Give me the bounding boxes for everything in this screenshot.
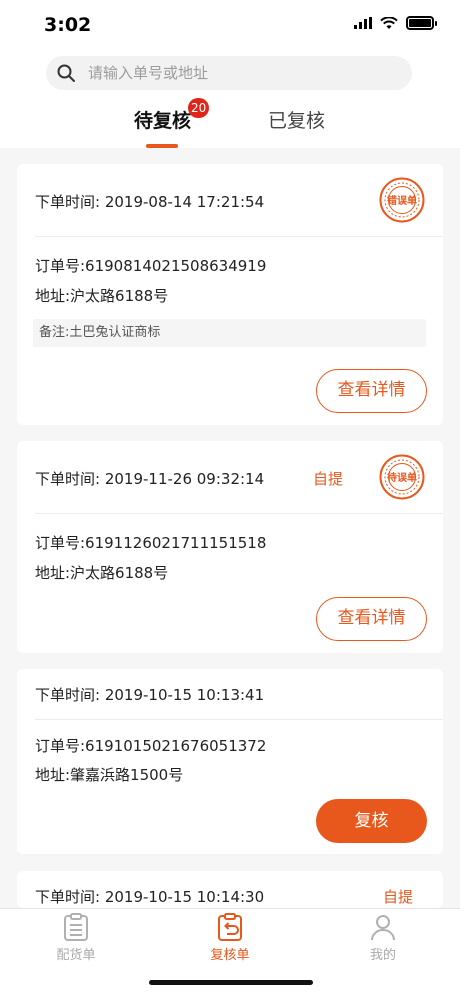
tabbar-label: 配货单 [56, 948, 96, 963]
user-icon [371, 915, 395, 941]
status-time: 3:02 [44, 14, 92, 36]
tab-reviewed[interactable]: 已复核 [268, 106, 325, 133]
search-input[interactable] [88, 64, 388, 82]
tab-mine[interactable]: 我的 [343, 913, 423, 963]
review-button[interactable]: 复核 [316, 799, 427, 843]
order-card: 下单时间: 2019-10-15 10:13:41 订单号:6191015021… [17, 669, 443, 854]
home-indicator [149, 980, 313, 985]
tab-bar: 待复核 20 已复核 [0, 98, 460, 148]
tabbar-label: 我的 [369, 948, 396, 963]
order-address: 地址:沪太路6188号 [35, 287, 169, 305]
status-bar: 3:02 [0, 0, 460, 50]
order-card: 下单时间: 2019-11-26 09:32:14 自提 待误单 订单号:619… [17, 441, 443, 653]
card-divider [35, 513, 443, 514]
tab-review-list[interactable]: 复核单 [190, 913, 270, 963]
stamp-label: 待误单 [387, 471, 417, 484]
order-address: 地址:肇嘉浜路1500号 [35, 766, 184, 784]
tab-picking-list[interactable]: 配货单 [36, 913, 116, 963]
order-number: 订单号:6191015021676051372 [35, 737, 267, 755]
order-card: 下单时间: 2019-10-15 10:14:30 自提 [17, 871, 443, 908]
order-time: 下单时间: 2019-10-15 10:13:41 [35, 686, 265, 704]
battery-icon [406, 16, 437, 30]
tabbar-label: 复核单 [210, 948, 250, 963]
clipboard-return-icon [218, 913, 242, 941]
error-order-stamp-icon: 错误单 [379, 177, 425, 223]
wifi-icon [380, 16, 398, 29]
pending-count-badge: 20 [188, 98, 210, 118]
status-icons [354, 16, 437, 30]
order-number: 订单号:6191126021711151518 [35, 534, 267, 552]
view-details-button[interactable]: 查看详情 [316, 369, 427, 413]
order-number: 订单号:6190814021508634919 [35, 257, 267, 275]
active-tab-indicator [146, 144, 178, 148]
tab-pending-review[interactable]: 待复核 [134, 106, 191, 133]
search-icon [57, 64, 75, 82]
order-time: 下单时间: 2019-10-15 10:14:30 [35, 888, 265, 906]
self-pickup-tag: 自提 [383, 888, 414, 906]
search-bar[interactable] [46, 56, 412, 90]
signal-icon [354, 17, 372, 29]
pending-stamp-icon: 待误单 [379, 454, 425, 500]
card-divider [35, 236, 443, 237]
order-address: 地址:沪太路6188号 [35, 564, 169, 582]
order-note: 备注:土巴兔认证商标 [33, 319, 426, 347]
view-details-button[interactable]: 查看详情 [316, 597, 427, 641]
clipboard-list-icon [64, 913, 88, 941]
stamp-label: 错误单 [387, 194, 417, 207]
order-time: 下单时间: 2019-08-14 17:21:54 [35, 193, 265, 211]
self-pickup-tag: 自提 [313, 470, 344, 488]
order-time: 下单时间: 2019-11-26 09:32:14 [35, 470, 265, 488]
header: 待复核 20 已复核 [0, 50, 460, 148]
card-divider [35, 719, 443, 720]
order-card: 下单时间: 2019-08-14 17:21:54 错误单 订单号:619081… [17, 164, 443, 425]
